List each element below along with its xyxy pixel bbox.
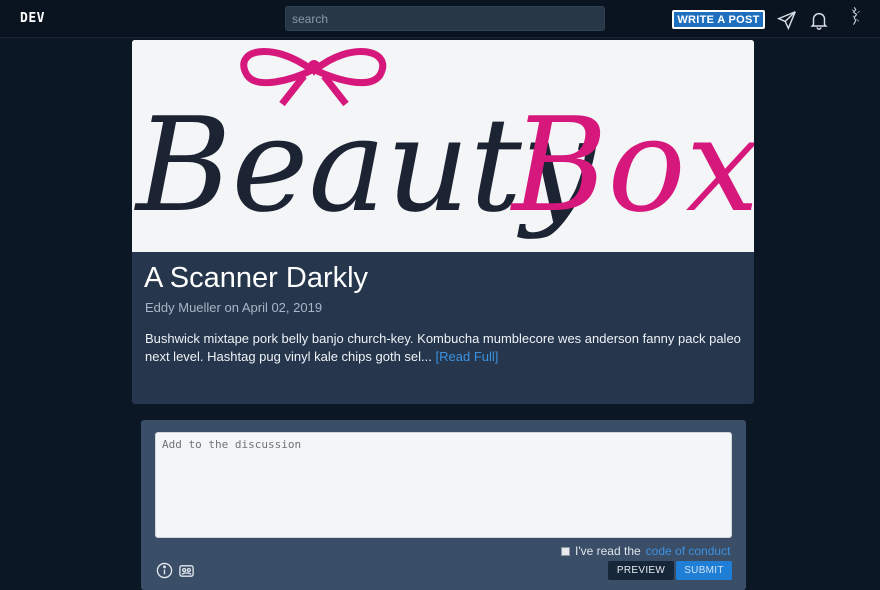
preview-button[interactable]: PREVIEW: [608, 561, 674, 580]
article-title[interactable]: A Scanner Darkly: [144, 262, 368, 295]
info-icon[interactable]: [156, 562, 173, 579]
article-card[interactable]: Beauty Box A Scanner Darkly Eddy Mueller…: [132, 40, 754, 404]
cover-word-box: Box: [510, 89, 754, 241]
read-full-link[interactable]: [Read Full]: [436, 349, 499, 364]
code-of-conduct-row: I've read the code of conduct: [561, 544, 730, 558]
bell-icon[interactable]: [808, 9, 830, 31]
submit-button[interactable]: SUBMIT: [676, 561, 732, 580]
dev-logo[interactable]: DEV: [20, 11, 45, 26]
coc-label: I've read the: [575, 544, 641, 558]
paper-plane-icon[interactable]: [776, 9, 798, 31]
article-excerpt: Bushwick mixtape pork belly banjo church…: [145, 330, 745, 366]
image-upload-icon[interactable]: [178, 562, 195, 579]
discussion-box: I've read the code of conduct PREVIEW SU…: [141, 420, 746, 590]
cover-image: Beauty Box: [132, 40, 754, 252]
editor-tools: [156, 562, 195, 579]
code-of-conduct-checkbox[interactable]: [561, 546, 570, 556]
top-navigation-bar: DEV WRITE A POST: [0, 0, 880, 38]
comment-textarea[interactable]: [155, 432, 732, 538]
search-input[interactable]: [285, 6, 605, 31]
write-post-button[interactable]: WRITE A POST: [672, 10, 765, 29]
user-avatar[interactable]: [844, 5, 864, 33]
article-byline: Eddy Mueller on April 02, 2019: [145, 300, 323, 315]
code-of-conduct-link[interactable]: code of conduct: [646, 544, 731, 558]
